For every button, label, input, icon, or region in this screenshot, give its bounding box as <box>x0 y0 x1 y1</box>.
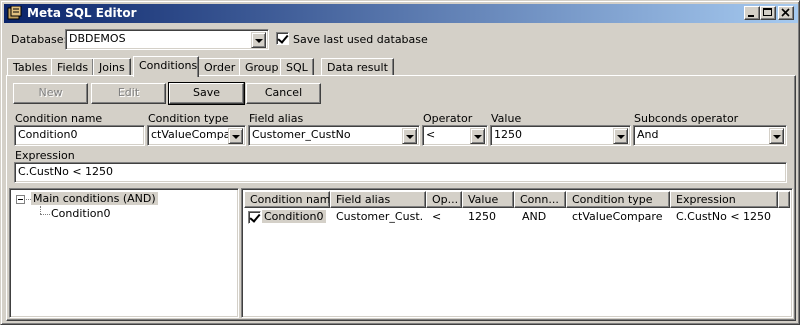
expression-input[interactable]: C.CustNo < 1250 <box>14 162 787 183</box>
tab-label: Group <box>245 61 279 74</box>
tree-connector <box>40 206 41 214</box>
close-button[interactable] <box>778 6 794 20</box>
title-bar[interactable]: Meta SQL Editor <box>4 4 798 23</box>
condition-name-value: Condition0 <box>18 128 78 141</box>
tree-child-node[interactable]: Condition0 <box>51 207 111 220</box>
tab-label: Order <box>204 61 236 74</box>
condition-name-label: Condition name <box>15 112 103 125</box>
tab-label: Tables <box>13 61 48 74</box>
new-button[interactable]: New <box>13 83 88 104</box>
field-alias-combo[interactable]: Customer_CustNo <box>248 125 420 146</box>
database-value: DBDEMOS <box>69 32 126 45</box>
save-button[interactable]: Save <box>168 82 245 105</box>
expression-value: C.CustNo < 1250 <box>18 165 114 178</box>
subconds-operator-label: Subconds operator <box>634 112 739 125</box>
tab-label: Data result <box>327 61 388 74</box>
chevron-down-icon[interactable] <box>470 128 485 144</box>
close-icon <box>781 8 790 17</box>
app-icon <box>7 6 22 20</box>
cancel-button[interactable]: Cancel <box>246 83 321 104</box>
cell-value: 1250 <box>468 210 496 223</box>
tree-root-node[interactable]: Main conditions (AND) <box>31 192 158 205</box>
chevron-down-icon[interactable] <box>402 128 417 144</box>
operator-combo[interactable]: < <box>422 125 488 146</box>
tab-conditions[interactable]: Conditions <box>133 56 199 77</box>
field-alias-value: Customer_CustNo <box>252 128 351 141</box>
table-row[interactable]: Condition0 Customer_Cust... < 1250 AND c… <box>242 189 790 229</box>
database-combo[interactable]: DBDEMOS <box>65 29 269 50</box>
minimize-icon <box>748 15 754 17</box>
maximize-button[interactable] <box>760 6 776 20</box>
value-value: 1250 <box>494 128 522 141</box>
tree-connector <box>40 214 50 215</box>
minimize-button[interactable] <box>744 6 760 20</box>
save-last-db-label: Save last used database <box>293 33 428 46</box>
chevron-down-icon[interactable] <box>769 128 784 144</box>
window-title: Meta SQL Editor <box>27 6 137 20</box>
tab-label: Conditions <box>139 59 198 72</box>
cell-condition-type: ctValueCompare <box>572 210 663 223</box>
condition-type-label: Condition type <box>148 112 229 125</box>
subconds-operator-value: And <box>637 128 659 141</box>
tab-sql[interactable]: SQL <box>280 58 314 76</box>
chevron-down-icon[interactable] <box>228 128 243 144</box>
cell-expression: C.CustNo < 1250 <box>676 210 772 223</box>
condition-type-combo[interactable]: ctValueCompare <box>147 125 246 146</box>
tab-tables[interactable]: Tables <box>7 58 54 76</box>
condition-name-input[interactable]: Condition0 <box>14 125 145 146</box>
database-label: Database: <box>11 33 68 46</box>
conditions-tree[interactable]: Main conditions (AND) Condition0 <box>9 188 239 318</box>
tab-joins[interactable]: Joins <box>93 58 131 76</box>
cell-operator: < <box>432 210 442 223</box>
maximize-icon <box>763 8 772 16</box>
cell-condition-name: Condition0 <box>262 210 326 223</box>
tab-label: SQL <box>286 61 308 74</box>
chevron-down-icon[interactable] <box>613 128 628 144</box>
save-last-db-checkbox[interactable] <box>276 32 289 45</box>
field-alias-label: Field alias <box>249 112 304 125</box>
tab-label: Joins <box>99 61 125 74</box>
meta-sql-editor-window: Meta SQL Editor Database: DBDEMOS Save l… <box>0 0 800 325</box>
conditions-grid[interactable]: Condition name Field alias Op... Value C… <box>241 188 793 318</box>
tab-data-result[interactable]: Data result <box>321 58 394 76</box>
operator-value: < <box>426 128 436 141</box>
value-label: Value <box>491 112 522 125</box>
tab-group[interactable]: Group <box>239 58 285 76</box>
row-checkbox[interactable] <box>248 211 261 224</box>
value-combo[interactable]: 1250 <box>490 125 631 146</box>
edit-button[interactable]: Edit <box>91 83 166 104</box>
chevron-down-icon[interactable] <box>251 32 266 48</box>
subconds-operator-combo[interactable]: And <box>633 125 787 146</box>
tab-label: Fields <box>57 61 89 74</box>
operator-label: Operator <box>423 112 473 125</box>
expression-label: Expression <box>15 149 75 162</box>
cell-connector: AND <box>522 210 547 223</box>
collapse-icon[interactable] <box>16 195 25 204</box>
cell-field-alias: Customer_Cust... <box>336 210 422 223</box>
tab-order[interactable]: Order <box>198 58 242 76</box>
tab-fields[interactable]: Fields <box>51 58 95 76</box>
